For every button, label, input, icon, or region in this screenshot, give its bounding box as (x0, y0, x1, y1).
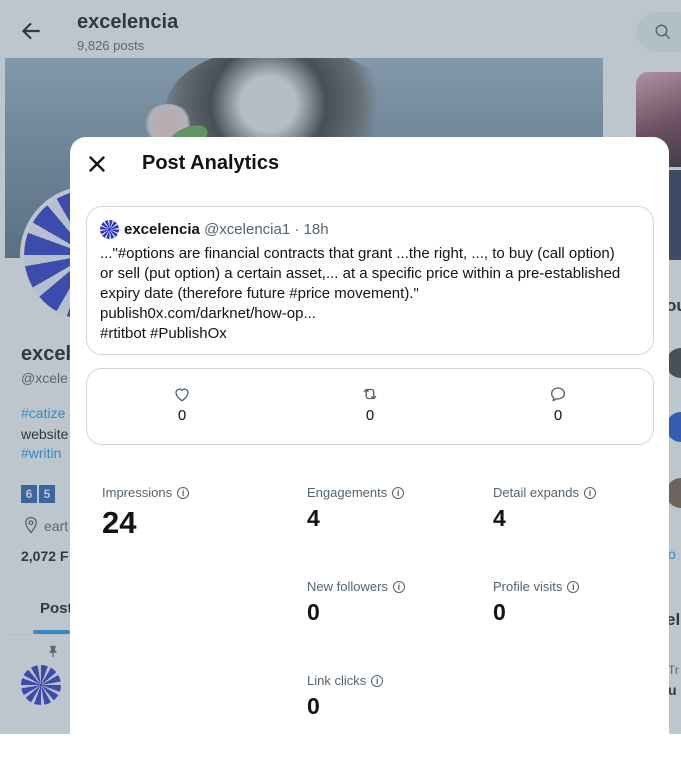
metric-label: Link clicks (307, 673, 367, 688)
metric-new-followers: New followers i 0 (307, 579, 405, 626)
post-hashtags[interactable]: #rtitbot #PublishOx (100, 324, 645, 344)
metric-value: 0 (307, 693, 320, 719)
repost-icon (363, 388, 377, 400)
info-icon[interactable]: i (567, 580, 580, 593)
close-icon[interactable] (84, 151, 110, 177)
post-text-line: ..."#options are financial contracts tha… (100, 245, 615, 262)
post-avatar (100, 220, 119, 239)
post-meta: excelencia @xcelencia1 · 18h (124, 221, 329, 238)
engagement-counts-card: 0 0 0 (86, 368, 654, 445)
metric-value: 0 (493, 599, 506, 625)
post-text-line: or sell (put option) a certain asset,...… (100, 265, 621, 282)
replies-value: 0 (553, 407, 563, 424)
likes-count[interactable]: 0 (162, 385, 202, 424)
metric-value: 4 (493, 505, 506, 531)
metric-engagements: Engagements i 4 (307, 485, 405, 532)
modal-title: Post Analytics (142, 152, 280, 174)
metric-label: Detail expands (493, 485, 579, 500)
metric-impressions: Impressions i 24 (102, 485, 190, 541)
metric-label: Profile visits (493, 579, 563, 594)
metric-label: New followers (307, 579, 388, 594)
post-link[interactable]: publish0x.com/darknet/how-op... (100, 304, 645, 324)
metric-label: Impressions (102, 485, 173, 500)
post-analytics-modal: Post Analytics excelencia @xcelencia1 · … (70, 137, 669, 757)
metric-profile-visits: Profile visits i 0 (493, 579, 580, 626)
reposts-value: 0 (365, 407, 375, 424)
analyzed-post-card[interactable]: excelencia @xcelencia1 · 18h ..."#option… (86, 206, 654, 355)
metric-value: 0 (307, 599, 320, 625)
metric-link-clicks: Link clicks i 0 (307, 673, 384, 720)
likes-value: 0 (177, 407, 187, 424)
post-author-name: excelencia (124, 221, 200, 238)
info-icon[interactable]: i (392, 580, 405, 593)
post-text-line: expiry date (therefore future #price mov… (100, 285, 419, 302)
metric-value: 4 (307, 505, 320, 531)
metric-value: 24 (102, 505, 137, 540)
post-author-handle: @xcelencia1 (204, 221, 291, 238)
info-icon[interactable]: i (177, 486, 190, 499)
metric-detail-expands: Detail expands i 4 (493, 485, 596, 532)
info-icon[interactable]: i (584, 486, 596, 499)
info-icon[interactable]: i (392, 486, 405, 499)
post-timestamp: 18h (303, 221, 329, 238)
info-icon[interactable]: i (371, 674, 384, 687)
post-meta-separator: · (294, 221, 300, 238)
post-text: ..."#options are financial contracts tha… (100, 244, 645, 344)
reply-bubble-icon (550, 387, 566, 402)
heart-icon (175, 388, 189, 402)
replies-count[interactable]: 0 (538, 385, 578, 424)
metric-label: Engagements (307, 485, 388, 500)
reposts-count[interactable]: 0 (350, 385, 390, 424)
